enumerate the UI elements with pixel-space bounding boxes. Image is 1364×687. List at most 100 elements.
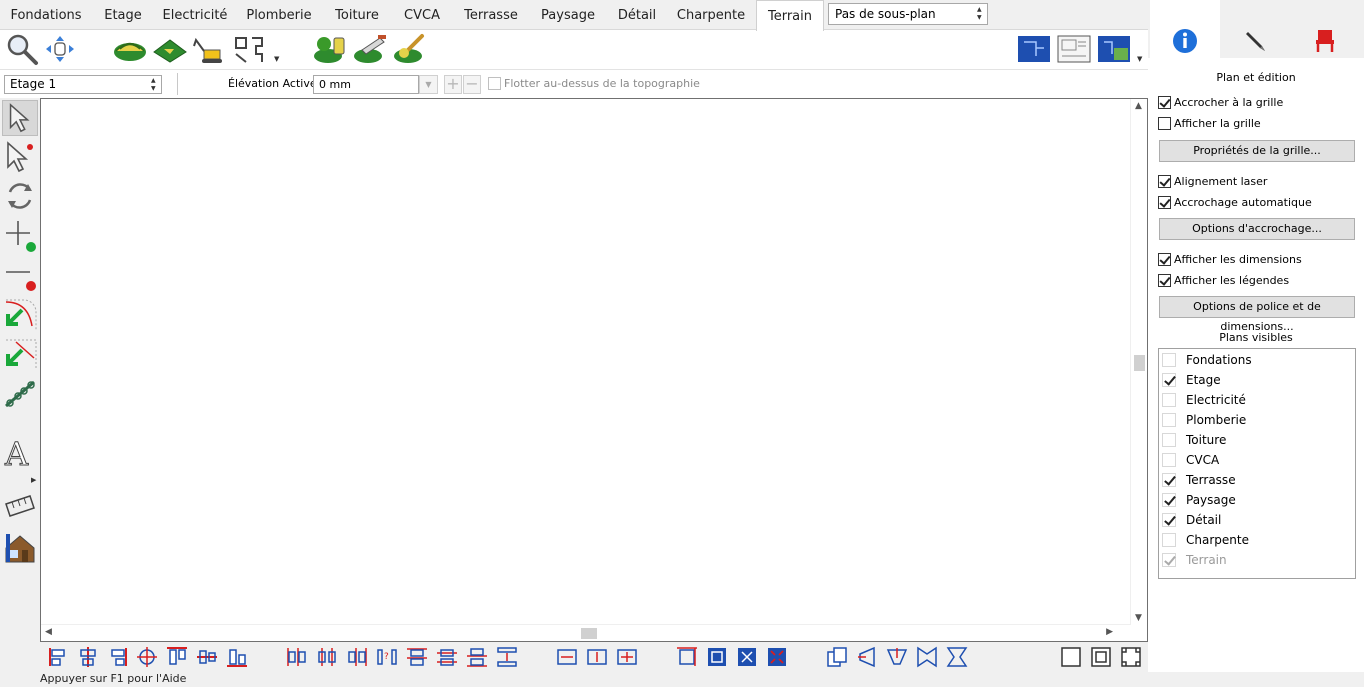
remove-point-icon[interactable] xyxy=(2,256,38,292)
perspective-top-icon[interactable] xyxy=(886,646,908,668)
align-bottom-icon[interactable] xyxy=(226,646,248,668)
align-middle-v-icon[interactable] xyxy=(196,646,218,668)
scroll-up-icon[interactable]: ▲ xyxy=(1135,101,1142,111)
plan-checkbox[interactable] xyxy=(1162,513,1176,527)
curve-arrow-icon[interactable] xyxy=(2,296,38,332)
horizontal-scrollbar[interactable]: ◀ ▶ xyxy=(41,624,1131,641)
add-point-icon[interactable] xyxy=(2,217,38,253)
snap-options-button[interactable]: Options d'accrochage... xyxy=(1159,218,1355,240)
view-dropdown-caret-icon[interactable]: ▼ xyxy=(1137,55,1142,63)
align-top-icon[interactable] xyxy=(166,646,188,668)
plan-checkbox[interactable] xyxy=(1162,473,1176,487)
font-dimensions-button[interactable]: Options de police et de dimensions... xyxy=(1159,296,1355,333)
snap-grid-row[interactable]: Accrocher à la grille xyxy=(1158,94,1283,110)
list-item[interactable]: Plomberie xyxy=(1162,411,1246,429)
tab-electricite[interactable]: Electricité xyxy=(154,0,236,30)
select-point-icon[interactable] xyxy=(2,139,38,175)
show-grid-checkbox[interactable] xyxy=(1158,116,1171,130)
list-item[interactable]: Paysage xyxy=(1162,491,1236,509)
distribute-spacing-h-icon[interactable]: ? xyxy=(376,646,398,668)
list-item[interactable]: CVCA xyxy=(1162,451,1219,469)
distribute-center-icon[interactable] xyxy=(316,646,338,668)
text-tool-icon[interactable]: A xyxy=(2,434,38,474)
plan-checkbox[interactable] xyxy=(1162,493,1176,507)
list-item[interactable]: Détail xyxy=(1162,511,1221,529)
plan-checkbox[interactable] xyxy=(1162,393,1176,407)
plan-checkbox[interactable] xyxy=(1162,433,1176,447)
pan-icon[interactable] xyxy=(42,32,78,66)
tab-plomberie[interactable]: Plomberie xyxy=(236,0,322,30)
distribute-top-icon[interactable] xyxy=(406,646,428,668)
road-path-icon[interactable] xyxy=(232,32,268,66)
laser-row[interactable]: Alignement laser xyxy=(1158,173,1267,189)
scroll-right-icon[interactable]: ▶ xyxy=(1106,627,1113,637)
trowel-icon[interactable] xyxy=(352,32,388,66)
distribute-bottom-icon[interactable] xyxy=(466,646,488,668)
align-right-icon[interactable] xyxy=(106,646,128,668)
show-dims-checkbox[interactable] xyxy=(1158,252,1171,266)
align-center-icon[interactable] xyxy=(136,646,158,668)
elevation-input[interactable]: 0 mm xyxy=(313,75,419,94)
resize-height-icon[interactable] xyxy=(706,646,728,668)
show-dims-row[interactable]: Afficher les dimensions xyxy=(1158,251,1302,267)
align-left-icon[interactable] xyxy=(48,646,70,668)
tab-pen[interactable] xyxy=(1220,0,1290,58)
grid-properties-button[interactable]: Propriétés de la grille... xyxy=(1159,140,1355,162)
break-line-icon[interactable] xyxy=(2,376,38,412)
perspective-pinch-icon[interactable] xyxy=(916,646,938,668)
terrain-slope-icon[interactable] xyxy=(152,32,188,66)
resize-shrink-icon[interactable] xyxy=(766,646,788,668)
zoom-icon[interactable] xyxy=(4,32,40,66)
tab-paysage[interactable]: Paysage xyxy=(530,0,606,30)
list-item[interactable]: Fondations xyxy=(1162,351,1252,369)
distribute-left-icon[interactable] xyxy=(286,646,308,668)
perspective-hourglass-icon[interactable] xyxy=(946,646,968,668)
tab-terrain[interactable]: Terrain xyxy=(756,0,824,31)
layout-view-icon[interactable] xyxy=(1056,32,1092,66)
frame-inset-icon[interactable] xyxy=(1090,646,1112,668)
center-v-icon[interactable] xyxy=(586,646,608,668)
dropdown-caret-icon[interactable]: ▼ xyxy=(274,55,279,63)
distribute-middle-icon[interactable] xyxy=(436,646,458,668)
excavator-icon[interactable] xyxy=(192,32,228,66)
frame-plain-icon[interactable] xyxy=(1060,646,1082,668)
align-center-h-icon[interactable] xyxy=(77,646,99,668)
plant-shrub-icon[interactable] xyxy=(312,32,348,66)
perspective-left-icon[interactable] xyxy=(856,646,878,668)
tab-info[interactable] xyxy=(1150,0,1220,58)
center-h-icon[interactable] xyxy=(556,646,578,668)
tab-cvca[interactable]: CVCA xyxy=(392,0,452,30)
auto-snap-row[interactable]: Accrochage automatique xyxy=(1158,194,1312,210)
house-icon[interactable] xyxy=(2,530,38,566)
subplan-select[interactable]: Pas de sous-plan ▲ ▼ xyxy=(828,3,988,25)
center-both-icon[interactable] xyxy=(616,646,638,668)
chamfer-arrow-icon[interactable] xyxy=(2,336,38,372)
elevation-minus-button[interactable]: − xyxy=(463,75,481,94)
resize-expand-icon[interactable] xyxy=(736,646,758,668)
tab-fondations[interactable]: Fondations xyxy=(0,0,92,30)
frame-corners-icon[interactable] xyxy=(1120,646,1142,668)
auto-snap-checkbox[interactable] xyxy=(1158,195,1171,209)
vertical-scroll-thumb[interactable] xyxy=(1134,355,1145,371)
list-item[interactable]: Terrasse xyxy=(1162,471,1236,489)
laser-checkbox[interactable] xyxy=(1158,174,1171,188)
rotate-icon[interactable] xyxy=(2,178,38,214)
resize-width-icon[interactable] xyxy=(676,646,698,668)
elevation-dropdown-icon[interactable]: ▼ xyxy=(419,75,438,94)
plan-view-icon[interactable] xyxy=(1016,32,1052,66)
vertical-scrollbar[interactable]: ▲ ▼ xyxy=(1130,99,1147,624)
show-legends-checkbox[interactable] xyxy=(1158,273,1171,287)
text-tool-caret-icon[interactable]: ▶ xyxy=(31,476,36,484)
tab-terrasse[interactable]: Terrasse xyxy=(452,0,530,30)
level-select[interactable]: Etage 1 ▲ ▼ xyxy=(4,75,162,94)
select-arrow-icon[interactable] xyxy=(2,100,38,136)
copy-page-icon[interactable] xyxy=(826,646,848,668)
float-topography-checkbox[interactable] xyxy=(488,77,501,90)
list-item[interactable]: Charpente xyxy=(1162,531,1249,549)
film-camera-icon[interactable] xyxy=(2,490,38,526)
show-grid-row[interactable]: Afficher la grille xyxy=(1158,115,1261,131)
plan-checkbox[interactable] xyxy=(1162,413,1176,427)
tab-toiture[interactable]: Toiture xyxy=(322,0,392,30)
scroll-left-icon[interactable]: ◀ xyxy=(45,627,52,637)
plan-checkbox[interactable] xyxy=(1162,373,1176,387)
